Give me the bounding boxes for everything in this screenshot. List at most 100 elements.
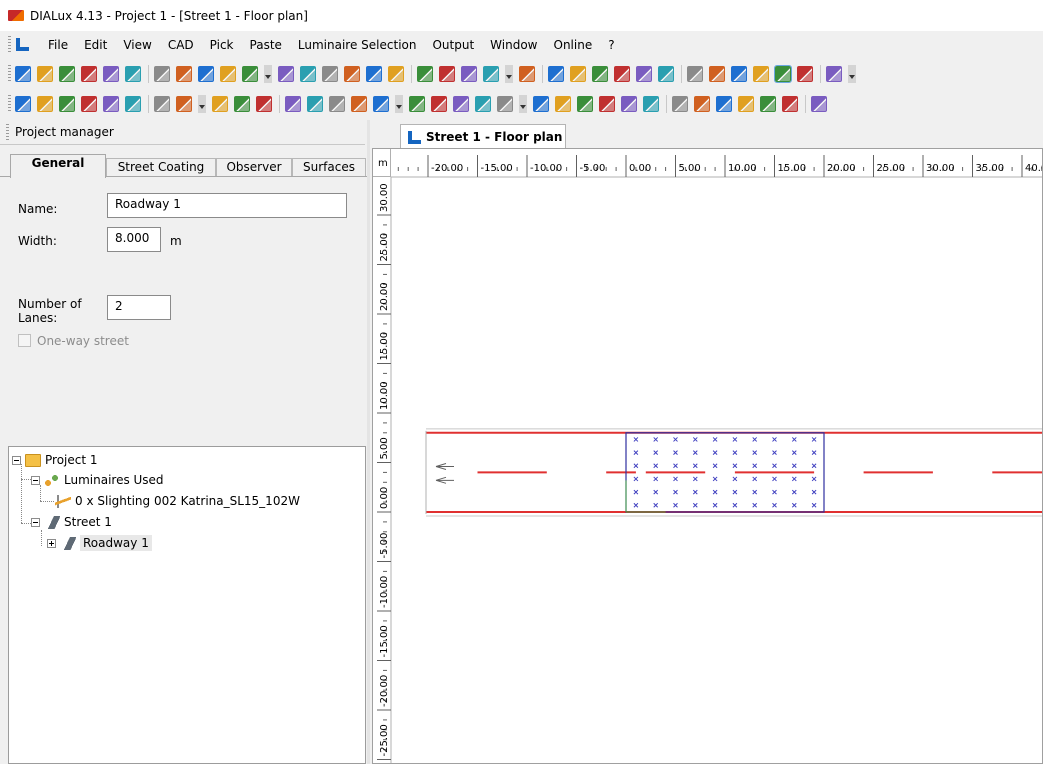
menu-cad[interactable]: CAD <box>160 35 202 55</box>
select-h-icon[interactable] <box>176 95 192 112</box>
select-b-icon[interactable] <box>37 95 53 112</box>
toolbar-overflow-icon[interactable] <box>519 94 527 113</box>
select-d-icon[interactable] <box>81 95 97 112</box>
cube-icon[interactable] <box>278 65 294 82</box>
calc-dxf-icon[interactable] <box>285 95 301 112</box>
tab-general[interactable]: General <box>10 154 106 178</box>
select-a-icon[interactable] <box>15 95 31 112</box>
side-view-icon[interactable] <box>344 65 360 82</box>
tool-d-icon[interactable] <box>483 65 499 82</box>
tool-j-icon[interactable] <box>621 95 637 112</box>
toolbar-grip-icon[interactable] <box>8 64 11 83</box>
menu-file[interactable]: File <box>40 35 76 55</box>
oneway-checkbox[interactable] <box>18 334 31 347</box>
walk-icon[interactable] <box>548 65 564 82</box>
calc-a-icon[interactable] <box>212 95 228 112</box>
grid-selected-icon[interactable] <box>774 64 792 83</box>
grid-icon[interactable] <box>753 65 769 82</box>
tab-floor-plan[interactable]: Street 1 - Floor plan <box>400 124 566 149</box>
tool-i-icon[interactable] <box>599 95 615 112</box>
menu-online[interactable]: Online <box>546 35 601 55</box>
floor-plan-icon[interactable] <box>300 65 316 82</box>
tree-node-luminaires-used[interactable]: Luminaires Used <box>31 471 164 489</box>
tool-q-icon[interactable] <box>782 95 798 112</box>
tab-surfaces[interactable]: Surfaces <box>292 158 366 177</box>
layers-icon[interactable] <box>555 95 571 112</box>
undo-icon[interactable] <box>220 65 236 82</box>
pan-icon[interactable] <box>475 95 491 112</box>
panel-splitter[interactable] <box>367 120 370 764</box>
tool-l-icon[interactable] <box>672 95 688 112</box>
paste-icon[interactable] <box>198 65 214 82</box>
name-field[interactable]: Roadway 1 <box>107 193 347 218</box>
print-preview-icon[interactable] <box>103 65 119 82</box>
select-f-icon[interactable] <box>125 95 141 112</box>
light-bulb-icon[interactable] <box>570 65 586 82</box>
select-c-icon[interactable] <box>59 95 75 112</box>
tree-node-street[interactable]: Street 1 <box>31 513 112 531</box>
toolbar-overflow-icon[interactable] <box>198 94 206 113</box>
save-icon[interactable] <box>59 65 75 82</box>
toolbar-overflow-icon[interactable] <box>264 64 272 83</box>
dxf-icon[interactable] <box>826 65 842 82</box>
tool-f-icon[interactable] <box>614 65 630 82</box>
cut-icon[interactable] <box>154 65 170 82</box>
toolbar-overflow-icon[interactable] <box>505 64 513 83</box>
select-e-icon[interactable] <box>103 95 119 112</box>
tool-a-icon[interactable] <box>417 65 433 82</box>
toolbar-overflow-icon[interactable] <box>848 64 856 83</box>
menu-help[interactable]: ? <box>600 35 622 55</box>
measure-icon[interactable] <box>709 65 725 82</box>
sphere-icon[interactable] <box>687 65 703 82</box>
collapse-icon[interactable] <box>31 517 40 527</box>
calc-d-icon[interactable] <box>307 95 323 112</box>
pdf-icon[interactable] <box>125 65 141 82</box>
document-menu-icon[interactable] <box>15 37 30 52</box>
tab-observer[interactable]: Observer <box>216 158 292 177</box>
tool-g-icon[interactable] <box>636 65 652 82</box>
tool-p-icon[interactable] <box>760 95 776 112</box>
panel-grip-icon[interactable] <box>6 124 9 140</box>
rotate-view-icon[interactable] <box>519 65 535 82</box>
menu-view[interactable]: View <box>115 35 159 55</box>
zoom-window-icon[interactable] <box>388 65 404 82</box>
tool-m-icon[interactable] <box>694 95 710 112</box>
menu-luminaire-selection[interactable]: Luminaire Selection <box>290 35 425 55</box>
tree-node-luminaire[interactable]: 0 x Slighting 002 Katrina_SL15_102W <box>55 492 300 510</box>
paint-icon[interactable] <box>731 65 747 82</box>
menu-window[interactable]: Window <box>482 35 545 55</box>
lanes-field[interactable]: 2 <box>107 295 171 320</box>
tree-node-roadway[interactable]: Roadway 1 <box>47 534 152 552</box>
expand-icon[interactable] <box>47 538 56 548</box>
zoom-icon[interactable] <box>431 95 447 112</box>
toolbar-overflow-icon[interactable] <box>395 94 403 113</box>
tool-r-icon[interactable] <box>811 95 827 112</box>
copy-icon[interactable] <box>176 65 192 82</box>
paint-bucket-icon[interactable] <box>533 95 549 112</box>
menu-edit[interactable]: Edit <box>76 35 115 55</box>
menu-pick[interactable]: Pick <box>202 35 242 55</box>
3d-view-icon[interactable] <box>366 65 382 82</box>
tab-street-coating[interactable]: Street Coating <box>106 158 216 177</box>
collapse-icon[interactable] <box>12 455 21 465</box>
tool-b-icon[interactable] <box>439 65 455 82</box>
tree-node-project[interactable]: Project 1 <box>12 451 98 469</box>
toolbar-grip-icon[interactable] <box>8 94 11 113</box>
collapse-icon[interactable] <box>31 475 40 485</box>
calc-b-icon[interactable] <box>234 95 250 112</box>
calc-g-icon[interactable] <box>373 95 389 112</box>
calc-e-icon[interactable] <box>329 95 345 112</box>
front-view-icon[interactable] <box>322 65 338 82</box>
width-field[interactable]: 8.000 <box>107 227 161 252</box>
orbit-icon[interactable] <box>453 95 469 112</box>
pointer-icon[interactable] <box>409 95 425 112</box>
calc-c-icon[interactable] <box>256 95 272 112</box>
menu-output[interactable]: Output <box>424 35 482 55</box>
fly-icon[interactable] <box>497 95 513 112</box>
toolbar-grip-icon[interactable] <box>8 35 11 54</box>
new-icon[interactable] <box>15 65 31 82</box>
tool-c-icon[interactable] <box>461 65 477 82</box>
floor-plan-view[interactable]: -20.00 -15.00 -10.00 -5.00 0.00 5.00 10.00 15.0… <box>372 148 1043 764</box>
select-g-icon[interactable] <box>154 95 170 112</box>
tool-n-icon[interactable] <box>716 95 732 112</box>
